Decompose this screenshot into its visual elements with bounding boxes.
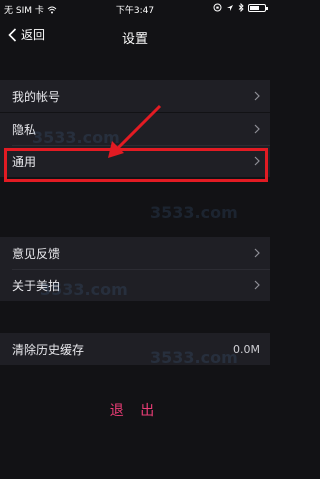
settings-row-label: 清除历史缓存 [12,342,85,357]
settings-row-label: 我的帐号 [12,89,61,104]
chevron-right-icon [254,124,260,134]
watermark-text: 3533.com [150,203,238,222]
nav-bar: 返回 设置 [0,18,270,54]
location-icon [227,4,233,11]
chevron-right-icon [254,91,260,101]
settings-row-feedback[interactable]: 意见反馈 [0,237,270,269]
chevron-right-icon [254,280,260,290]
bluetooth-icon [238,3,244,12]
status-bar: 无 SIM 卡 下午3:47 [0,0,270,18]
settings-group-account: 我的帐号 [0,80,270,112]
highlight-box [4,148,268,182]
logout-button[interactable]: 退 出 [0,400,270,420]
watermark-text: 3533.com [150,348,238,367]
page-title: 设置 [121,32,148,47]
rotation-lock-icon [213,3,222,12]
settings-row-label: 意见反馈 [12,246,61,261]
status-time: 下午3:47 [115,6,155,16]
battery-icon [248,3,268,12]
chevron-right-icon [254,248,260,258]
watermark-text: 3533.com [32,128,120,147]
watermark-text: 3533.com [40,280,128,299]
settings-row-account[interactable]: 我的帐号 [0,80,270,112]
